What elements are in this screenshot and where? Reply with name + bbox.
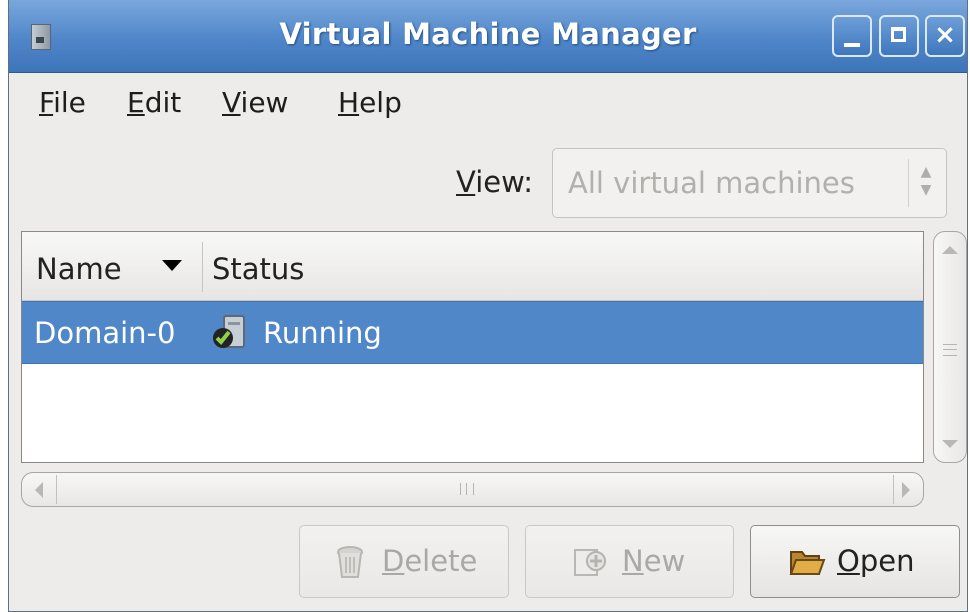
view-filter-label: View: [456,165,533,199]
close-icon: × [934,20,956,50]
running-vm-icon [213,315,245,348]
vertical-scroll-grip-icon[interactable] [943,344,957,356]
list-header: Name Status [22,232,923,301]
scroll-down-arrow-icon[interactable] [942,440,958,448]
menu-file-mnemonic: F [39,86,54,119]
combo-separator [908,159,909,207]
sort-descending-icon[interactable] [162,260,182,271]
title-bar[interactable]: Virtual Machine Manager × [9,0,967,73]
horizontal-scroll-thumb[interactable] [56,475,894,504]
column-divider[interactable] [202,242,203,292]
folder-icon [789,551,826,575]
menu-view[interactable]: View [222,86,288,119]
vertical-scrollbar[interactable] [933,231,967,463]
scroll-right-arrow-icon[interactable] [902,482,910,498]
maximize-icon [891,27,906,42]
open-button-label: pen [859,544,915,578]
view-filter-mnemonic: V [456,165,476,199]
close-button[interactable]: × [925,15,965,57]
delete-button-label: elete [404,544,478,578]
column-header-name[interactable]: Name [36,252,122,286]
new-button-label: ew [643,544,686,578]
virtual-machine-manager-window: Virtual Machine Manager × File Edit View… [8,0,968,612]
open-button-mnemonic: O [837,544,860,578]
maximize-button[interactable] [879,15,919,57]
table-row[interactable]: Domain-0 Running [22,301,923,364]
scroll-left-arrow-icon[interactable] [35,482,43,498]
window-title: Virtual Machine Manager [279,17,697,51]
menu-file-label: ile [53,86,86,119]
menu-edit-label: dit [144,86,182,119]
new-button[interactable]: New [525,525,734,598]
menu-edit[interactable]: Edit [127,86,181,119]
delete-button[interactable]: Delete [299,525,509,598]
menu-help[interactable]: Help [338,86,402,119]
view-filter-combo[interactable]: All virtual machines ▲ ▼ [552,148,947,218]
menu-help-mnemonic: H [338,86,360,119]
new-button-mnemonic: N [622,544,644,578]
horizontal-scrollbar[interactable] [21,472,924,507]
minimize-icon [844,43,860,47]
view-filter-label-text: iew: [475,165,534,199]
open-button[interactable]: Open [750,525,960,598]
view-filter-selected: All virtual machines [568,166,855,200]
horizontal-scroll-grip-icon[interactable] [460,483,474,495]
menu-file[interactable]: File [39,86,86,119]
menu-edit-mnemonic: E [127,86,145,119]
scroll-up-arrow-icon[interactable] [942,246,958,254]
vm-list[interactable]: Name Status Domain-0 Running [21,231,924,463]
trash-icon [337,546,363,578]
menu-help-label: elp [359,86,402,119]
menu-bar: File Edit View Help [9,73,967,135]
new-vm-icon [574,549,606,576]
menu-view-mnemonic: V [222,86,241,119]
vm-name-cell: Domain-0 [34,316,176,350]
updown-arrow-icon: ▲ ▼ [920,164,932,198]
delete-button-mnemonic: D [382,544,405,578]
column-header-status[interactable]: Status [212,252,304,286]
minimize-button[interactable] [832,15,872,57]
menu-view-label: iew [240,86,289,119]
vm-status-cell: Running [263,316,382,350]
